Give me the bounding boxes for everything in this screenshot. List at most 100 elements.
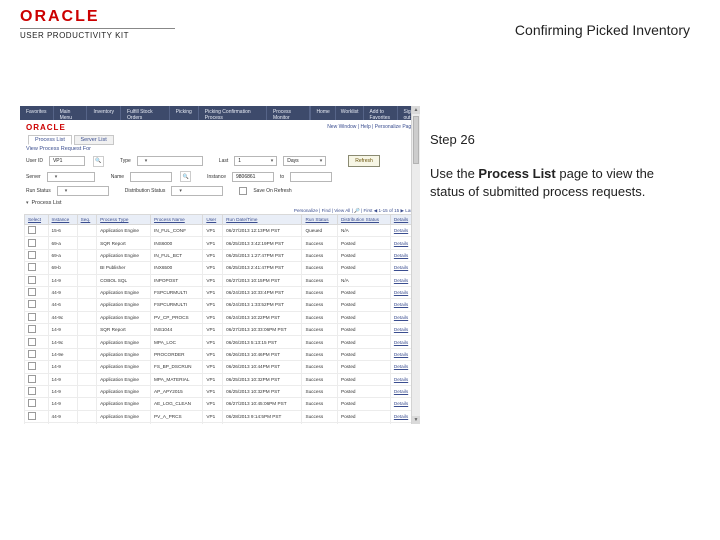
tab-server-list[interactable]: Server List — [74, 135, 114, 145]
cell-dt: 06/25/2013 10:32PM PST — [223, 373, 302, 385]
row-checkbox[interactable] — [28, 375, 36, 383]
select-type[interactable] — [137, 156, 203, 166]
details-link[interactable]: Details — [394, 401, 408, 406]
details-link[interactable]: Details — [394, 278, 408, 283]
details-link[interactable]: Details — [394, 228, 408, 233]
col-5[interactable]: User — [203, 215, 223, 225]
details-link[interactable]: Details — [394, 241, 408, 246]
cell-select — [25, 311, 49, 323]
table-row: 14-9COBOL SQLINPOPOSTVP106/27/2013 10:15… — [25, 274, 416, 286]
menu-picking[interactable]: Picking — [170, 106, 199, 120]
details-link[interactable]: Details — [394, 377, 408, 382]
lbl-server: Server — [26, 174, 41, 180]
input-instance-to[interactable] — [290, 172, 332, 182]
details-link[interactable]: Details — [394, 315, 408, 320]
col-0[interactable]: Select — [25, 215, 49, 225]
col-7[interactable]: Run Status — [302, 215, 337, 225]
row-checkbox[interactable] — [28, 288, 36, 296]
cell-select — [25, 385, 49, 397]
row-checkbox[interactable] — [28, 251, 36, 259]
details-link[interactable]: Details — [394, 290, 408, 295]
menu-fulfill[interactable]: Fulfill Stock Orders — [121, 106, 170, 120]
col-6[interactable]: Run Date/Time — [223, 215, 302, 225]
details-link[interactable]: Details — [394, 253, 408, 258]
input-instance-from[interactable]: 9806861 — [232, 172, 274, 182]
section-process-list: Process List — [26, 200, 414, 206]
table-row: 14-9SQR ReportINS1044VP106/27/2013 10:33… — [25, 324, 416, 336]
menu-inventory[interactable]: Inventory — [87, 106, 121, 120]
details-link[interactable]: Details — [394, 364, 408, 369]
lookup-name-icon[interactable]: 🔍 — [180, 171, 191, 182]
lookup-userid-icon[interactable]: 🔍 — [93, 156, 104, 167]
row-checkbox[interactable] — [28, 338, 36, 346]
menu-main[interactable]: Main Menu — [54, 106, 88, 120]
cell-select — [25, 237, 49, 249]
cell-seq — [77, 274, 97, 286]
details-link[interactable]: Details — [394, 389, 408, 394]
details-link[interactable]: Details — [394, 265, 408, 270]
link-worklist[interactable]: Worklist — [335, 106, 364, 120]
cell-rs: Success — [302, 361, 337, 373]
cell-pname: PROCORDER — [151, 348, 203, 360]
row-checkbox[interactable] — [28, 239, 36, 247]
cell-dt: 06/24/2013 10:22PM PST — [223, 311, 302, 323]
select-last-unit[interactable]: Days — [283, 156, 326, 166]
col-8[interactable]: Distribution Status — [337, 215, 390, 225]
select-runstatus[interactable] — [57, 186, 109, 196]
tab-process-list[interactable]: Process List — [28, 135, 72, 145]
details-link[interactable]: Details — [394, 414, 408, 419]
details-link[interactable]: Details — [394, 352, 408, 357]
cell-instance: 14-9 — [48, 398, 77, 410]
details-link[interactable]: Details — [394, 302, 408, 307]
link-home[interactable]: Home — [310, 106, 334, 120]
row-checkbox[interactable] — [28, 399, 36, 407]
page-links[interactable]: New Window | Help | Personalize Page — [327, 124, 414, 130]
col-1[interactable]: Instance — [48, 215, 77, 225]
scroll-up-icon[interactable]: ▲ — [412, 106, 420, 114]
cell-seq — [77, 225, 97, 237]
cell-user: VP1 — [203, 274, 223, 286]
instruction-before: Use the — [430, 166, 478, 181]
cell-dt: 06/24/2013 1:33:52PM PST — [223, 299, 302, 311]
table-row: 14-9cApplication EngineMPA_LOCVP106/26/2… — [25, 336, 416, 348]
col-2[interactable]: Seq. — [77, 215, 97, 225]
scroll-thumb[interactable] — [413, 116, 419, 164]
row-checkbox[interactable] — [28, 362, 36, 370]
scroll-down-icon[interactable]: ▼ — [412, 416, 420, 424]
col-4[interactable]: Process Name — [151, 215, 203, 225]
row-checkbox[interactable] — [28, 276, 36, 284]
cell-pname: IN_FUL_BCT — [151, 249, 203, 261]
link-add-fav[interactable]: Add to Favorites — [363, 106, 397, 120]
row-checkbox[interactable] — [28, 412, 36, 420]
col-3[interactable]: Process Type — [97, 215, 151, 225]
table-row: 69-aApplication EngineIN_FUL_BCTVP106/25… — [25, 249, 416, 261]
cell-ptype: Application Engine — [97, 423, 151, 425]
cell-user: VP1 — [203, 237, 223, 249]
cell-user: VP1 — [203, 286, 223, 298]
select-diststatus[interactable] — [171, 186, 223, 196]
select-server[interactable] — [47, 172, 95, 182]
cell-select — [25, 423, 49, 425]
scrollbar[interactable]: ▲ ▼ — [411, 106, 420, 424]
cell-seq — [77, 249, 97, 261]
menu-process-monitor[interactable]: Process Monitor — [267, 106, 311, 120]
refresh-button[interactable]: Refresh — [348, 155, 380, 167]
row-checkbox[interactable] — [28, 263, 36, 271]
row-checkbox[interactable] — [28, 300, 36, 308]
row-checkbox[interactable] — [28, 387, 36, 395]
details-link[interactable]: Details — [394, 327, 408, 332]
select-last-n[interactable]: 1 — [234, 156, 277, 166]
cell-dt: 06/27/2013 10:15PM PST — [223, 274, 302, 286]
checkbox-save-on-refresh[interactable] — [239, 187, 247, 195]
row-checkbox[interactable] — [28, 226, 36, 234]
details-link[interactable]: Details — [394, 340, 408, 345]
cell-seq — [77, 373, 97, 385]
input-userid[interactable]: VP1 — [49, 156, 85, 166]
row-checkbox[interactable] — [28, 313, 36, 321]
row-checkbox[interactable] — [28, 350, 36, 358]
row-checkbox[interactable] — [28, 325, 36, 333]
input-name[interactable] — [130, 172, 172, 182]
menu-favorites[interactable]: Favorites — [20, 106, 54, 120]
cell-select — [25, 299, 49, 311]
menu-pick-confirm[interactable]: Picking Confirmation Process — [199, 106, 267, 120]
